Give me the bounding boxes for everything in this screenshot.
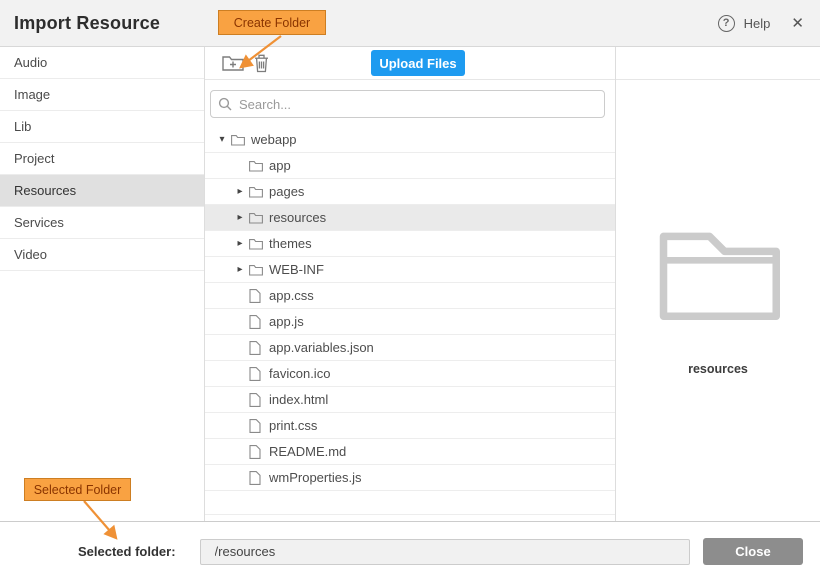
tree-item-label: pages [269, 184, 304, 199]
expand-arrow-icon[interactable]: ▸ [231, 212, 249, 223]
file-icon [249, 341, 269, 355]
selected-folder-name: resources [688, 362, 748, 376]
folder-icon [249, 238, 269, 250]
large-folder-icon [656, 225, 780, 326]
tree-item-label: index.html [269, 392, 328, 407]
sidebar-item-label: Video [14, 247, 47, 262]
tree-row[interactable]: app [205, 153, 615, 179]
folder-icon [249, 160, 269, 172]
dialog-header: Import Resource ? Help ✕ [0, 0, 820, 47]
tree-row[interactable]: favicon.ico [205, 361, 615, 387]
tree-item-label: webapp [251, 132, 297, 147]
create-folder-icon[interactable] [222, 54, 245, 72]
sidebar-item-label: Audio [14, 55, 47, 70]
preview-panel-body: resources [616, 80, 820, 521]
preview-panel: resources [616, 47, 820, 521]
tree-item-label: favicon.ico [269, 366, 330, 381]
sidebar-item[interactable]: Resources [0, 175, 204, 207]
close-button[interactable]: Close [703, 538, 803, 565]
tree-row[interactable]: index.html [205, 387, 615, 413]
expand-arrow-icon[interactable]: ▸ [231, 186, 249, 197]
tree-row[interactable]: README.md [205, 439, 615, 465]
sidebar-item-label: Services [14, 215, 64, 230]
file-icon [249, 315, 269, 329]
sidebar-item[interactable]: Services [0, 207, 204, 239]
sidebar-item-label: Image [14, 87, 50, 102]
tree-item-label: app.variables.json [269, 340, 374, 355]
file-icon [249, 367, 269, 381]
close-icon[interactable]: ✕ [791, 14, 804, 32]
import-resource-dialog: Import Resource ? Help ✕ Audio Image Lib… [0, 0, 820, 581]
tree-row[interactable]: app.css [205, 283, 615, 309]
folder-icon [249, 264, 269, 276]
tree-item-label: themes [269, 236, 312, 251]
file-icon [249, 289, 269, 303]
file-browser-panel: Upload Files ▾ webapp app ▸ [205, 47, 616, 521]
expand-arrow-icon[interactable]: ▸ [231, 264, 249, 275]
tree-item-label: WEB-INF [269, 262, 324, 277]
dialog-footer: Selected folder: Close [0, 521, 820, 581]
expand-arrow-icon[interactable]: ▾ [213, 134, 231, 145]
file-icon [249, 471, 269, 485]
tree-row[interactable]: print.css [205, 413, 615, 439]
selected-folder-callout: Selected Folder [24, 478, 131, 501]
dialog-body: Audio Image Lib Project Resources Servic… [0, 47, 820, 521]
header-actions: ? Help ✕ [718, 14, 804, 32]
toolbar: Upload Files [205, 47, 615, 80]
sidebar-item-label: Resources [14, 183, 76, 198]
sidebar-item-label: Project [14, 151, 54, 166]
tree-row[interactable]: ▸ resources [205, 205, 615, 231]
tree-row[interactable]: ▸ themes [205, 231, 615, 257]
tree-row[interactable]: app.variables.json [205, 335, 615, 361]
tree-item-label: print.css [269, 418, 317, 433]
tree-item-label: resources [269, 210, 326, 225]
help-link[interactable]: Help [744, 16, 771, 31]
tree-item-label: wmProperties.js [269, 470, 361, 485]
tree-empty-row [205, 491, 615, 515]
tree-row[interactable]: ▾ webapp [205, 127, 615, 153]
file-icon [249, 393, 269, 407]
preview-panel-header [616, 47, 820, 80]
category-sidebar: Audio Image Lib Project Resources Servic… [0, 47, 205, 521]
tree-item-label: app.js [269, 314, 304, 329]
create-folder-callout: Create Folder [218, 10, 326, 35]
delete-icon[interactable] [254, 54, 269, 73]
expand-arrow-icon[interactable]: ▸ [231, 238, 249, 249]
selected-folder-label: Selected folder: [78, 544, 176, 559]
file-tree: ▾ webapp app ▸ pages ▸ res [205, 127, 615, 521]
help-icon[interactable]: ? [718, 15, 735, 32]
tree-row[interactable]: ▸ pages [205, 179, 615, 205]
page-title: Import Resource [14, 13, 160, 34]
sidebar-item[interactable]: Audio [0, 47, 204, 79]
tree-row[interactable]: ▸ WEB-INF [205, 257, 615, 283]
selected-folder-input[interactable] [200, 539, 690, 565]
sidebar-item[interactable]: Project [0, 143, 204, 175]
file-icon [249, 445, 269, 459]
sidebar-item[interactable]: Lib [0, 111, 204, 143]
folder-icon [249, 186, 269, 198]
search-input[interactable] [210, 90, 605, 118]
tree-row[interactable]: app.js [205, 309, 615, 335]
tree-item-label: app.css [269, 288, 314, 303]
tree-item-label: app [269, 158, 291, 173]
folder-icon [231, 134, 251, 146]
sidebar-item[interactable]: Image [0, 79, 204, 111]
search-bar [205, 80, 615, 127]
sidebar-item-label: Lib [14, 119, 31, 134]
upload-files-button[interactable]: Upload Files [371, 50, 465, 76]
folder-icon [249, 212, 269, 224]
sidebar-item[interactable]: Video [0, 239, 204, 271]
tree-row[interactable]: wmProperties.js [205, 465, 615, 491]
file-icon [249, 419, 269, 433]
tree-item-label: README.md [269, 444, 346, 459]
